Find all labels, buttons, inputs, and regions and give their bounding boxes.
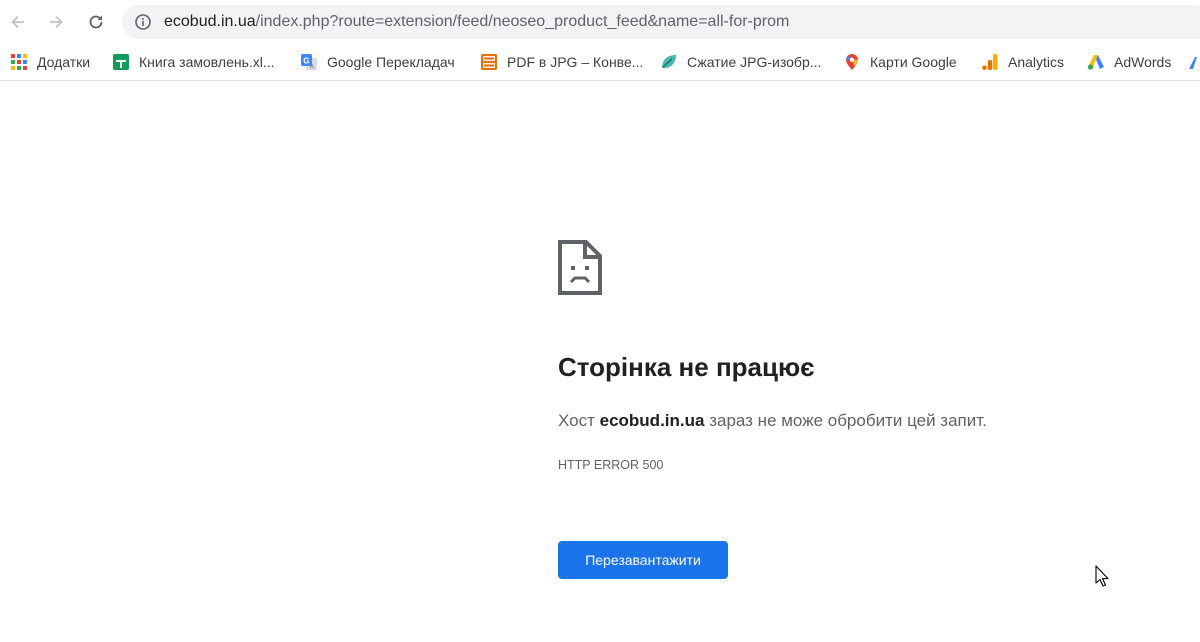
bookmarks-bar: Додатки Книга замовлень.xl... G A Google… [0, 44, 1200, 81]
page-title: Сторінка не працює [558, 352, 815, 382]
sad-page-icon [558, 240, 602, 295]
bookmark-overflow[interactable] [1188, 52, 1200, 72]
google-sheets-icon [113, 54, 129, 70]
maps-pin-icon [846, 54, 858, 70]
bookmark-label: PDF в JPG – Конве... [507, 54, 644, 70]
bookmark-label: AdWords [1114, 54, 1172, 70]
bookmark-label: Книга замовлень.xl... [139, 54, 275, 70]
leaf-icon [662, 55, 676, 69]
browser-toolbar: ecobud.in.ua/index.php?route=extension/f… [0, 0, 1200, 44]
address-bar[interactable]: ecobud.in.ua/index.php?route=extension/f… [122, 5, 1200, 39]
bookmark-label: Сжатие JPG-изобр... [687, 54, 822, 70]
bookmark-analytics[interactable]: Analytics [981, 52, 1064, 72]
bookmark-apps[interactable]: Додатки [10, 52, 90, 72]
bookmark-label: Карти Google [870, 54, 957, 70]
analytics-icon [982, 54, 998, 70]
partial-bookmark-icon [1189, 57, 1197, 69]
adwords-icon [1087, 55, 1104, 70]
bookmark-google-translate[interactable]: G A Google Перекладач [300, 52, 455, 72]
info-icon[interactable] [134, 13, 152, 31]
url-host: ecobud.in.ua [164, 13, 256, 30]
bookmark-google-maps[interactable]: Карти Google [843, 52, 957, 72]
google-translate-icon: G A [301, 54, 317, 71]
url-path: /index.php?route=extension/feed/neoseo_p… [255, 13, 790, 30]
reload-button[interactable]: Перезавантажити [558, 541, 728, 579]
apps-grid-icon [11, 54, 27, 70]
bookmark-label: Analytics [1008, 54, 1065, 70]
reload-icon [89, 15, 103, 29]
summary-suffix: зараз не може обробити цей запит. [704, 411, 987, 430]
bookmark-jpg-compress[interactable]: Сжатие JPG-изобр... [660, 52, 821, 72]
pdf-to-jpg-icon [481, 54, 497, 70]
bookmark-order-book[interactable]: Книга замовлень.xl... [112, 52, 275, 72]
svg-text:A: A [310, 65, 314, 71]
back-button[interactable] [2, 6, 34, 38]
bookmark-label: Додатки [37, 54, 91, 70]
error-summary: Хост ecobud.in.ua зараз не може обробити… [558, 411, 987, 431]
mouse-pointer-icon [1095, 565, 1109, 587]
svg-text:G: G [303, 57, 309, 66]
forward-button[interactable] [40, 6, 72, 38]
bookmark-adwords[interactable]: AdWords [1087, 52, 1171, 72]
summary-prefix: Хост [558, 411, 600, 430]
bookmark-pdf-to-jpg[interactable]: PDF в JPG – Конве... [480, 52, 643, 72]
summary-host: ecobud.in.ua [599, 411, 705, 430]
bookmark-label: Google Перекладач [327, 54, 455, 70]
url-text[interactable]: ecobud.in.ua/index.php?route=extension/f… [164, 5, 789, 39]
back-arrow-icon [11, 15, 24, 29]
error-code: HTTP ERROR 500 [558, 458, 664, 472]
reload-page-button[interactable] [80, 6, 112, 38]
forward-arrow-icon [50, 15, 63, 29]
